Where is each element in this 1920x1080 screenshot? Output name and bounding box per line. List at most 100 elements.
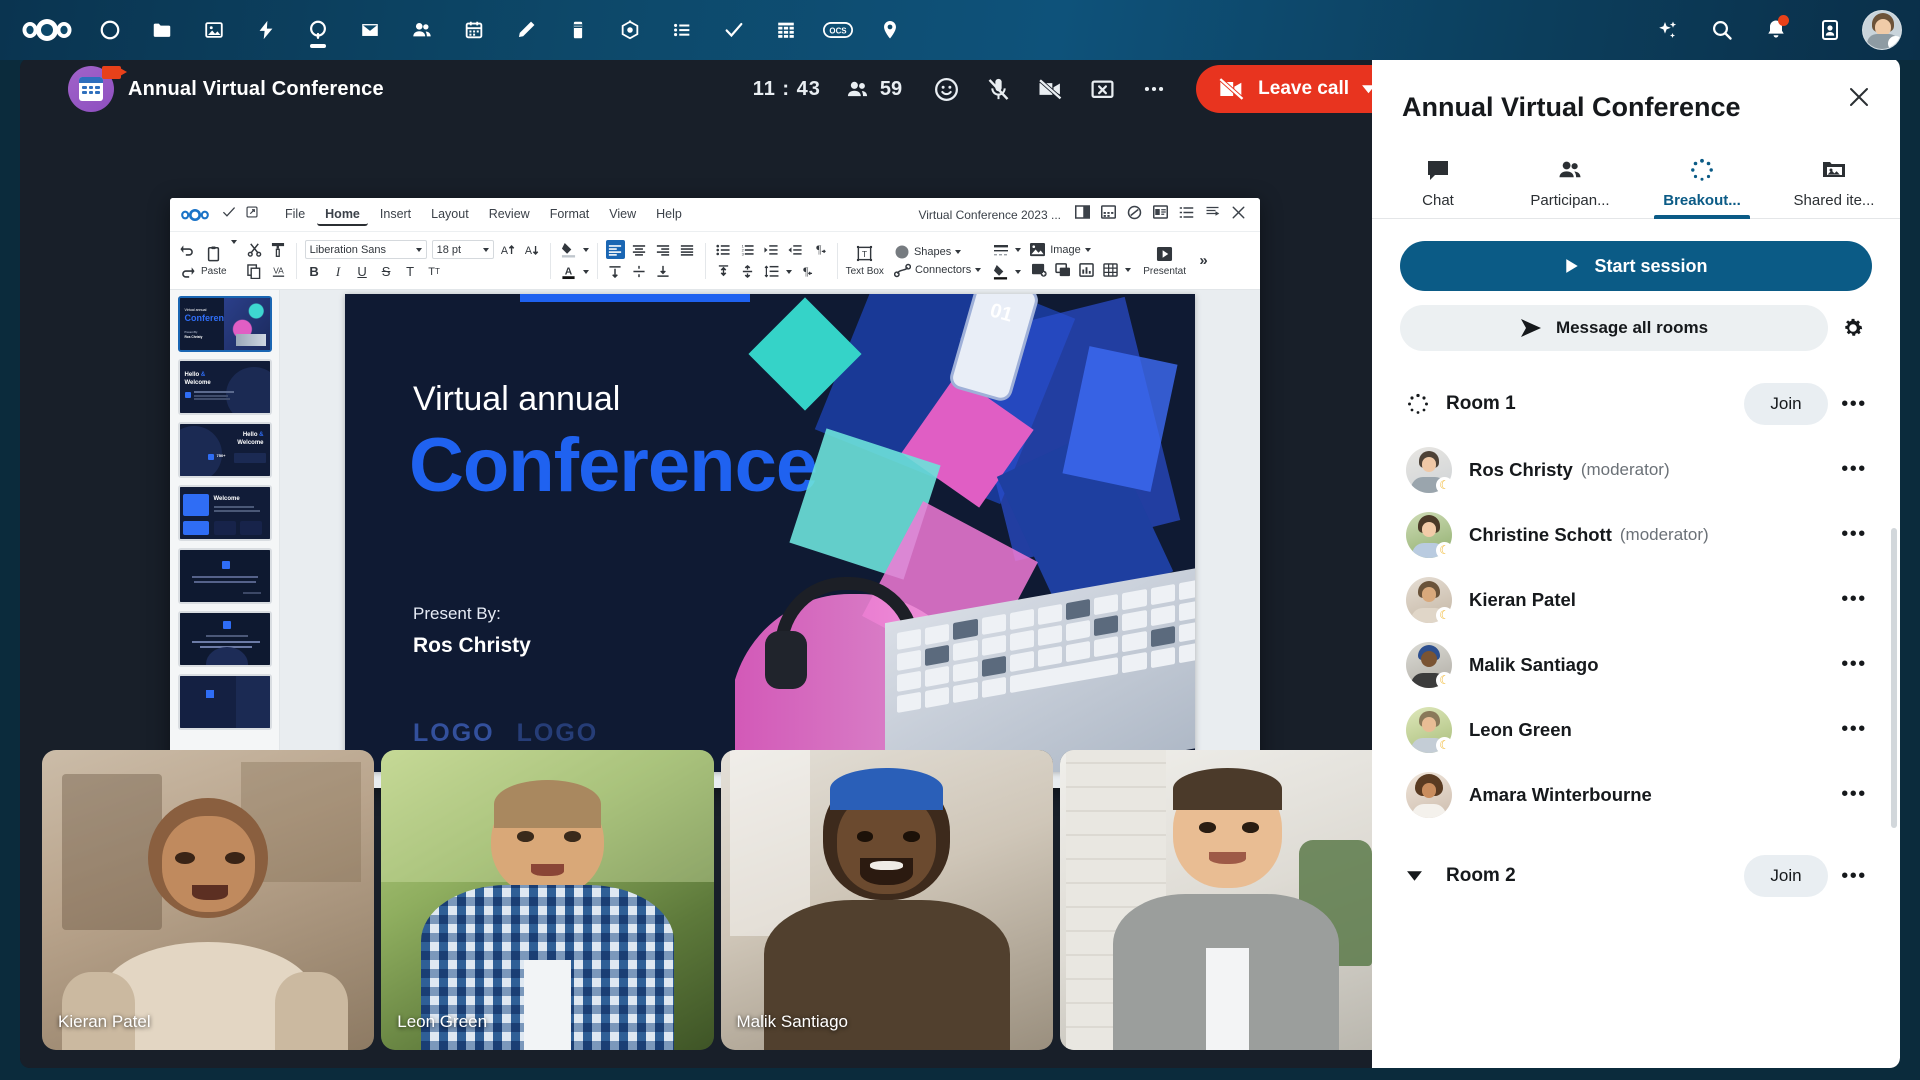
presentation-play-icon[interactable] bbox=[1155, 244, 1174, 263]
room-participant-row[interactable]: ☾ Leon Green ••• bbox=[1372, 697, 1900, 762]
menu-item-file[interactable]: File bbox=[277, 204, 313, 226]
slide-canvas[interactable]: Virtual annual Conference Present By: Ro… bbox=[280, 290, 1260, 788]
increase-font-size-icon[interactable]: A bbox=[499, 240, 518, 259]
line-spacing-button[interactable] bbox=[762, 262, 781, 281]
participant-actions-menu[interactable]: ••• bbox=[1834, 450, 1874, 490]
slide-thumbnail[interactable]: Hello & Welcome 750+ bbox=[178, 422, 272, 478]
join-room-button[interactable]: Join bbox=[1744, 383, 1828, 425]
breakout-room-header[interactable]: Room 2 Join ••• bbox=[1372, 843, 1900, 909]
slide-thumbnail[interactable]: Hello & Welcome bbox=[178, 359, 272, 415]
sidebar-toggle-icon[interactable] bbox=[1075, 205, 1090, 224]
slide-thumbnail[interactable]: Virtual annual Conference Present By: Ro… bbox=[178, 296, 272, 352]
font-color-icon[interactable]: A bbox=[559, 262, 578, 281]
strikethrough-button[interactable]: S bbox=[377, 262, 396, 281]
video-tile[interactable]: Kieran Patel bbox=[42, 750, 374, 1050]
search-icon[interactable] bbox=[1700, 8, 1744, 52]
line-spacing-chevron-down-icon[interactable] bbox=[786, 270, 792, 274]
highlight-chevron-down-icon[interactable] bbox=[583, 248, 589, 252]
duplicate-slide-icon[interactable] bbox=[1053, 260, 1072, 279]
user-avatar[interactable] bbox=[1862, 10, 1902, 50]
files-icon[interactable] bbox=[140, 8, 184, 52]
undo-icon[interactable] bbox=[178, 240, 197, 259]
tab-chat[interactable]: Chat bbox=[1372, 147, 1504, 218]
ocs-icon[interactable]: OCS bbox=[816, 8, 860, 52]
chevron-down-icon[interactable] bbox=[1406, 870, 1432, 882]
assistant-sparkle-icon[interactable] bbox=[1646, 8, 1690, 52]
room-actions-menu[interactable]: ••• bbox=[1834, 384, 1874, 424]
contacts-menu-icon[interactable] bbox=[1808, 8, 1852, 52]
contacts-icon[interactable] bbox=[400, 8, 444, 52]
bullet-list-button[interactable] bbox=[714, 240, 733, 259]
close-icon[interactable] bbox=[1231, 205, 1246, 225]
open-external-icon[interactable] bbox=[245, 205, 259, 224]
image-dropdown[interactable]: Image bbox=[1029, 242, 1131, 257]
clone-formatting-icon[interactable] bbox=[269, 240, 288, 259]
sidebar-scrollbar[interactable] bbox=[1891, 528, 1897, 828]
close-sidebar-button[interactable] bbox=[1842, 80, 1876, 114]
photos-icon[interactable] bbox=[192, 8, 236, 52]
tasks-icon[interactable] bbox=[660, 8, 704, 52]
calendar-icon[interactable] bbox=[452, 8, 496, 52]
connectors-dropdown[interactable]: Connectors bbox=[894, 263, 981, 278]
outline-icon[interactable] bbox=[1179, 206, 1194, 224]
stop-screenshare-button[interactable] bbox=[1080, 67, 1124, 111]
insert-chart-icon[interactable] bbox=[1077, 260, 1096, 279]
save-status-icon[interactable] bbox=[222, 205, 236, 224]
notes-pane-icon[interactable] bbox=[1153, 205, 1168, 224]
message-all-rooms-button[interactable]: Message all rooms bbox=[1400, 305, 1828, 351]
video-tile[interactable]: Leon Green bbox=[381, 750, 713, 1050]
font-color-chevron-down-icon[interactable] bbox=[583, 270, 589, 274]
line-spacing-below-button[interactable] bbox=[738, 262, 757, 281]
camera-off-button[interactable] bbox=[1028, 67, 1072, 111]
underline-button[interactable]: U bbox=[353, 262, 372, 281]
nextcloud-logo[interactable] bbox=[14, 10, 80, 50]
menu-item-insert[interactable]: Insert bbox=[372, 204, 419, 226]
participant-actions-menu[interactable]: ••• bbox=[1834, 515, 1874, 555]
insert-media-icon[interactable] bbox=[1029, 260, 1048, 279]
deck-icon[interactable] bbox=[556, 8, 600, 52]
leave-call-button[interactable]: Leave call bbox=[1196, 65, 1398, 113]
participant-actions-menu[interactable]: ••• bbox=[1834, 710, 1874, 750]
menu-item-layout[interactable]: Layout bbox=[423, 204, 477, 226]
align-left-button[interactable] bbox=[606, 240, 625, 259]
font-family-select[interactable]: Liberation Sans bbox=[305, 240, 427, 259]
tab-breakout-rooms[interactable]: Breakout... bbox=[1636, 147, 1768, 218]
shapes-dropdown[interactable]: Shapes bbox=[894, 244, 981, 260]
presentation-view-icon[interactable] bbox=[1205, 205, 1220, 224]
slide-grid-icon[interactable] bbox=[1101, 205, 1116, 224]
menu-item-home[interactable]: Home bbox=[317, 204, 368, 226]
notifications-bell-icon[interactable] bbox=[1754, 8, 1798, 52]
menu-item-format[interactable]: Format bbox=[542, 204, 598, 226]
room-participant-row[interactable]: ☾ Malik Santiago ••• bbox=[1372, 632, 1900, 697]
participant-actions-menu[interactable]: ••• bbox=[1834, 580, 1874, 620]
cut-icon[interactable] bbox=[245, 240, 264, 259]
menu-item-review[interactable]: Review bbox=[481, 204, 538, 226]
paste-chevron-down-icon[interactable] bbox=[231, 240, 237, 244]
increase-indent-button[interactable] bbox=[762, 240, 781, 259]
collectives-icon[interactable] bbox=[608, 8, 652, 52]
shared-screen-presentation[interactable]: File Home Insert Layout Review Format Vi… bbox=[170, 198, 1260, 788]
maps-icon[interactable] bbox=[868, 8, 912, 52]
decrease-indent-button[interactable] bbox=[786, 240, 805, 259]
room-participant-row[interactable]: ☾ Christine Schott (moderator) ••• bbox=[1372, 502, 1900, 567]
slide-thumbnail-rail[interactable]: Virtual annual Conference Present By: Ro… bbox=[170, 290, 280, 788]
clipboard-icon[interactable] bbox=[204, 244, 223, 263]
presentation-label[interactable]: Presentat bbox=[1143, 266, 1186, 277]
menu-item-help[interactable]: Help bbox=[648, 204, 690, 226]
text-box-label[interactable]: Text Box bbox=[846, 266, 884, 277]
menu-item-view[interactable]: View bbox=[601, 204, 644, 226]
participant-actions-menu[interactable]: ••• bbox=[1834, 645, 1874, 685]
tables-icon[interactable] bbox=[764, 8, 808, 52]
activity-icon[interactable] bbox=[244, 8, 288, 52]
mail-icon[interactable] bbox=[348, 8, 392, 52]
table-chevron-down-icon[interactable] bbox=[1125, 268, 1131, 272]
slide-thumbnail[interactable] bbox=[178, 548, 272, 604]
slide-thumbnail[interactable] bbox=[178, 674, 272, 730]
tab-participants[interactable]: Participan... bbox=[1504, 147, 1636, 218]
toolbar-overflow-icon[interactable]: » bbox=[1194, 251, 1213, 270]
checkmark-icon[interactable] bbox=[712, 8, 756, 52]
redo-icon[interactable] bbox=[178, 262, 197, 281]
breakout-rooms-settings-button[interactable] bbox=[1834, 309, 1872, 347]
dashboard-icon[interactable] bbox=[88, 8, 132, 52]
join-room-button[interactable]: Join bbox=[1744, 855, 1828, 897]
